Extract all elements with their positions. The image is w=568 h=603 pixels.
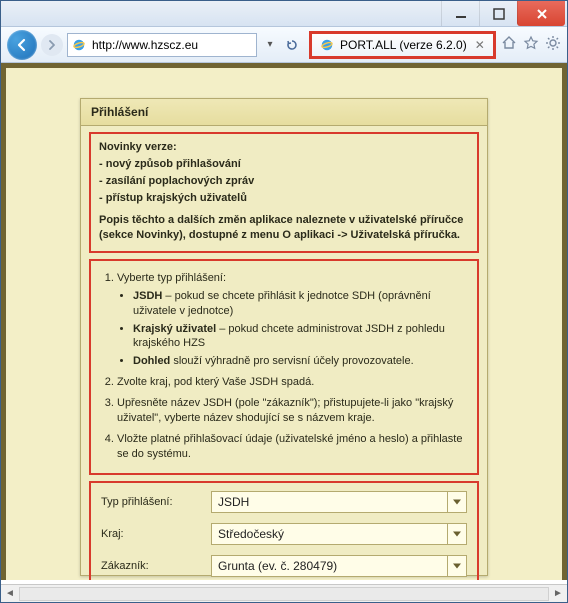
scroll-left-button[interactable]: ◄ <box>1 585 19 603</box>
horizontal-scrollbar[interactable]: ◄ ► <box>1 584 567 602</box>
login-type-select[interactable]: JSDH <box>211 491 467 513</box>
window-titlebar <box>1 1 567 27</box>
scroll-track[interactable] <box>19 587 549 601</box>
browser-window: ▾ PORT.ALL (verze 6.2.0) ✕ <box>0 0 568 603</box>
news-item: - přístup krajských uživatelů <box>99 191 469 206</box>
tools-icon[interactable] <box>545 35 561 54</box>
browser-tool-icons <box>501 35 561 54</box>
steps-list: Vyberte typ přihlášení: JSDH – pokud se … <box>99 271 469 461</box>
ie-icon <box>320 38 334 52</box>
step-1-opt-kraj: Krajský uživatel – pokud chcete administ… <box>133 322 469 352</box>
news-item: - nový způsob přihlašování <box>99 157 469 172</box>
step-1-opt-jsdh: JSDH – pokud se chcete přihlásit k jedno… <box>133 289 469 319</box>
chevron-down-icon <box>453 500 461 505</box>
step-4: Vložte platné přihlašovací údaje (uživat… <box>117 432 469 462</box>
region-select[interactable]: Středočeský <box>211 523 467 545</box>
browser-viewport: Přihlášení Novinky verze: - nový způsob … <box>1 63 567 602</box>
window-minimize-button[interactable] <box>441 1 479 26</box>
panel-header: Přihlášení <box>81 99 487 126</box>
tab-close-icon[interactable]: ✕ <box>475 38 485 52</box>
customer-label: Zákazník: <box>101 560 211 572</box>
step-3: Upřesněte název JSDH (pole "zákazník"); … <box>117 396 469 426</box>
news-description: Popis těchto a dalších změn aplikace nal… <box>99 213 469 243</box>
window-maximize-button[interactable] <box>479 1 517 26</box>
nav-back-button[interactable] <box>7 30 37 60</box>
ie-icon <box>72 38 86 52</box>
window-close-button[interactable] <box>517 1 565 26</box>
chevron-down-icon <box>453 564 461 569</box>
step-2: Zvolte kraj, pod který Vaše JSDH spadá. <box>117 375 469 390</box>
browser-navbar: ▾ PORT.ALL (verze 6.2.0) ✕ <box>1 27 567 63</box>
login-panel: Přihlášení Novinky verze: - nový způsob … <box>80 98 488 576</box>
refresh-button[interactable] <box>283 34 301 56</box>
tab-title: PORT.ALL (verze 6.2.0) <box>340 38 467 52</box>
news-box: Novinky verze: - nový způsob přihlašován… <box>89 132 479 253</box>
news-title: Novinky verze: <box>99 140 469 155</box>
address-input[interactable] <box>90 37 252 53</box>
favorites-icon[interactable] <box>523 35 539 54</box>
region-label: Kraj: <box>101 528 211 540</box>
customer-select[interactable]: Grunta (ev. č. 280479) <box>211 555 467 577</box>
step-1: Vyberte typ přihlášení: JSDH – pokud se … <box>117 271 469 369</box>
nav-forward-button[interactable] <box>41 34 63 56</box>
address-bar[interactable] <box>67 33 257 57</box>
steps-box: Vyberte typ přihlášení: JSDH – pokud se … <box>89 259 479 475</box>
step-1-opt-dohled: Dohled slouží výhradně pro servisní účel… <box>133 354 469 369</box>
scroll-right-button[interactable]: ► <box>549 585 567 603</box>
login-form: Typ přihlášení: JSDH Kraj: Středočeský Z… <box>89 481 479 580</box>
address-dropdown-button[interactable]: ▾ <box>261 34 279 56</box>
news-item: - zasílání poplachových zpráv <box>99 174 469 189</box>
home-icon[interactable] <box>501 35 517 54</box>
browser-tab[interactable]: PORT.ALL (verze 6.2.0) ✕ <box>309 31 496 59</box>
browser-tabbar: PORT.ALL (verze 6.2.0) ✕ <box>309 31 496 59</box>
chevron-down-icon <box>453 532 461 537</box>
login-type-label: Typ přihlášení: <box>101 496 211 508</box>
page-body: Přihlášení Novinky verze: - nový způsob … <box>1 63 567 580</box>
